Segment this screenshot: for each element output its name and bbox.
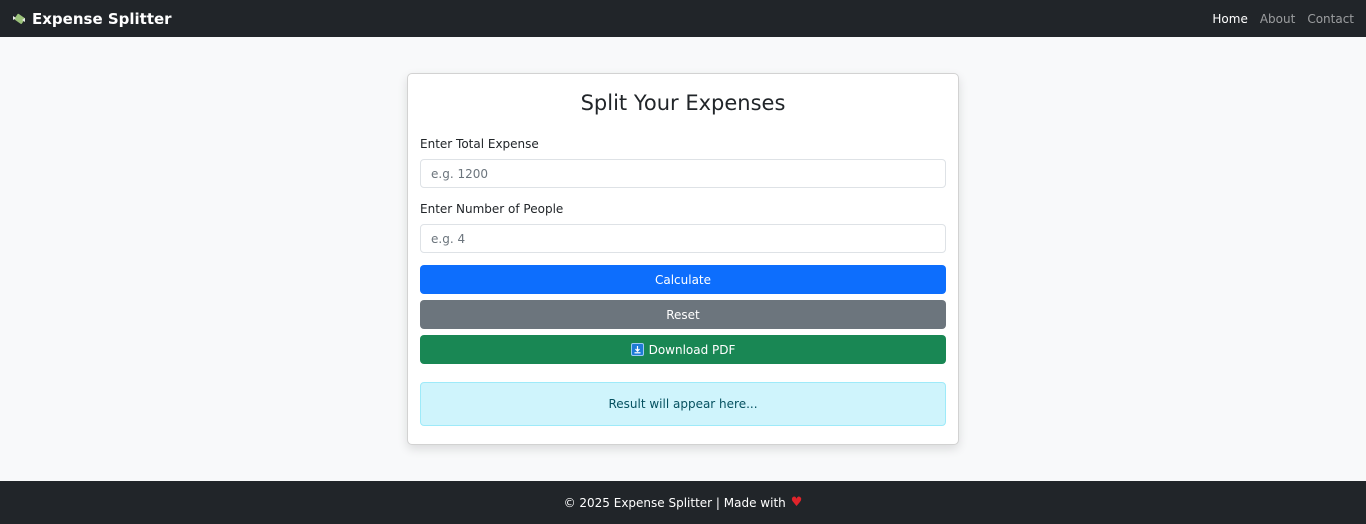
calculate-button[interactable]: Calculate bbox=[420, 265, 946, 294]
total-expense-label: Enter Total Expense bbox=[420, 137, 539, 151]
total-expense-input[interactable] bbox=[420, 159, 946, 188]
result-alert: Result will appear here... bbox=[420, 382, 946, 426]
nav-link-home[interactable]: Home bbox=[1212, 12, 1247, 26]
page-title: Split Your Expenses bbox=[580, 91, 786, 115]
people-count-label: Enter Number of People bbox=[420, 202, 564, 216]
download-icon bbox=[630, 343, 644, 356]
nav-link-contact[interactable]: Contact bbox=[1307, 12, 1354, 26]
footer-text: © 2025 Expense Splitter | Made with bbox=[563, 495, 786, 510]
footer: © 2025 Expense Splitter | Made with ♥ bbox=[0, 481, 1366, 524]
reset-button-label: Reset bbox=[666, 307, 700, 322]
calculate-button-label: Calculate bbox=[654, 272, 712, 287]
result-text: Result will appear here... bbox=[608, 397, 758, 411]
people-count-input[interactable] bbox=[420, 224, 946, 253]
download-pdf-label: Download PDF bbox=[648, 342, 736, 357]
nav-link-about[interactable]: About bbox=[1260, 12, 1295, 26]
money-wings-icon bbox=[12, 12, 26, 26]
download-pdf-button[interactable]: Download PDF bbox=[420, 335, 946, 364]
heart-icon: ♥ bbox=[790, 495, 803, 510]
brand-label: Expense Splitter bbox=[32, 9, 172, 28]
navbar: Expense Splitter Home About Contact bbox=[0, 0, 1366, 37]
nav-links: Home About Contact bbox=[1212, 12, 1354, 26]
brand[interactable]: Expense Splitter bbox=[12, 10, 172, 28]
expense-form-card: Split Your Expenses Enter Total Expense … bbox=[407, 73, 959, 445]
reset-button[interactable]: Reset bbox=[420, 300, 946, 329]
